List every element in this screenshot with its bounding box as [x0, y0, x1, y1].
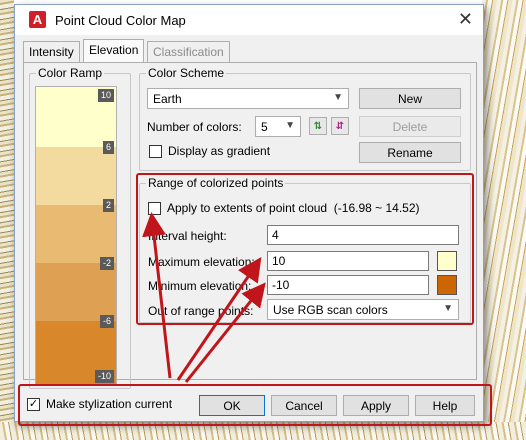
arrow-to-apply-extents: [142, 212, 172, 379]
arrow-to-minimum: [184, 282, 266, 383]
annotation-arrows: [142, 212, 266, 383]
arrow-to-maximum: [176, 257, 262, 381]
